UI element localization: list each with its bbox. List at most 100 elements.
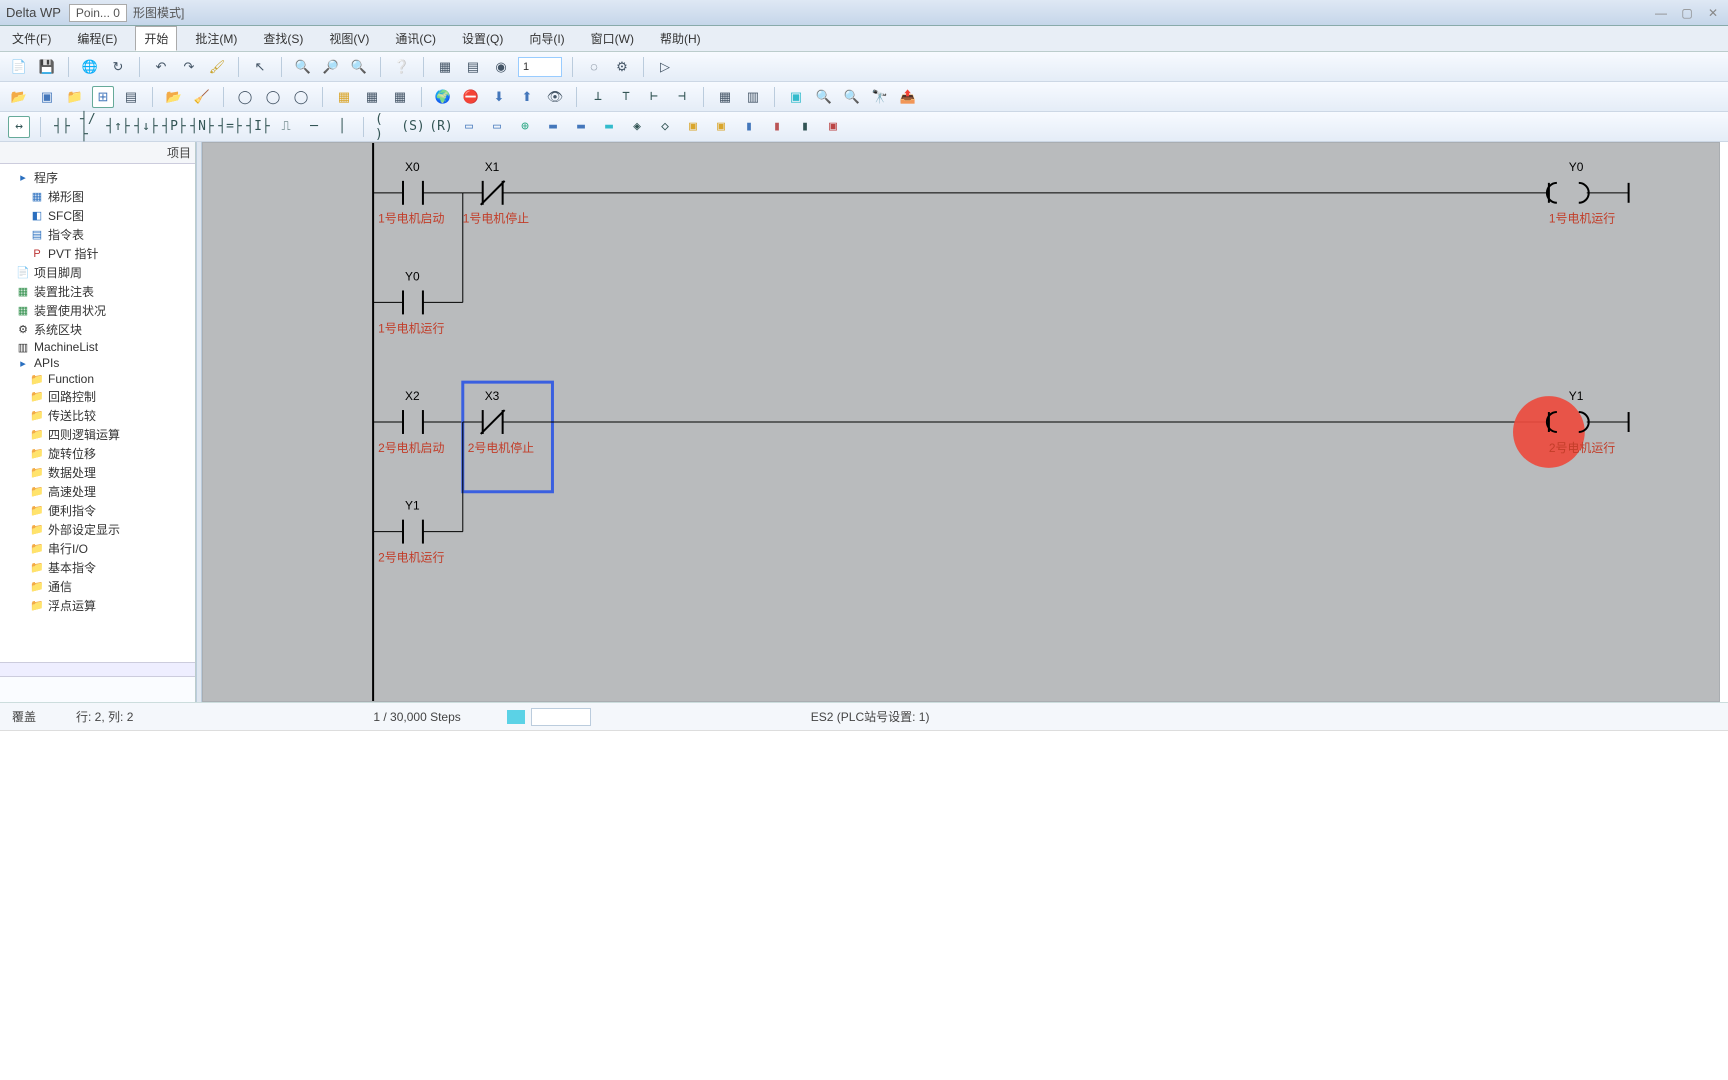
elem-inv-icon[interactable]: ┤I├ <box>247 116 269 138</box>
elem-fb9-icon[interactable]: ▮ <box>766 116 788 138</box>
tree-api-9[interactable]: 📁串行I/O <box>30 539 193 558</box>
close-button[interactable]: ✕ <box>1704 6 1722 20</box>
elem-fb7-icon[interactable]: ▣ <box>710 116 732 138</box>
elem-nc-contact-icon[interactable]: ┤/├ <box>79 116 101 138</box>
elem-set-icon[interactable]: (S) <box>402 116 424 138</box>
tree-api-12[interactable]: 📁浮点运算 <box>30 596 193 615</box>
elem-appl-icon[interactable]: ▭ <box>458 116 480 138</box>
elem-fb10-icon[interactable]: ▮ <box>794 116 816 138</box>
grid-icon[interactable]: ▦ <box>434 56 456 78</box>
elem-appl2-icon[interactable]: ▭ <box>486 116 508 138</box>
tree-tab[interactable]: 项目 <box>0 142 195 164</box>
elem-fb2-icon[interactable]: ▬ <box>570 116 592 138</box>
globe-icon[interactable]: 🌐 <box>79 56 101 78</box>
elem-branch-icon[interactable]: ⎍ <box>275 116 297 138</box>
folder-icon[interactable]: 📁 <box>64 86 86 108</box>
tree-api-6[interactable]: 📁高速处理 <box>30 482 193 501</box>
new-file-icon[interactable]: 📄 <box>8 56 30 78</box>
menu-annotate[interactable]: 批注(M) <box>187 27 245 50</box>
menu-edit[interactable]: 编程(E) <box>69 27 125 50</box>
run-icon[interactable]: ▷ <box>654 56 676 78</box>
elem-fb4-icon[interactable]: ◈ <box>626 116 648 138</box>
tree-api-1[interactable]: 📁回路控制 <box>30 387 193 406</box>
elem-fn-icon[interactable]: ⊕ <box>514 116 536 138</box>
tree-devusage[interactable]: ▦装置使用状况 <box>16 301 193 320</box>
ladder-view-icon[interactable]: ⊞ <box>92 86 114 108</box>
export-icon[interactable]: 📤 <box>897 86 919 108</box>
tree-api-7[interactable]: 📁便利指令 <box>30 501 193 520</box>
b3-icon[interactable]: ▦ <box>389 86 411 108</box>
save-icon[interactable]: 💾 <box>36 56 58 78</box>
b2-icon[interactable]: ▦ <box>361 86 383 108</box>
elem-reset-icon[interactable]: (R) <box>430 116 452 138</box>
elem-fb5-icon[interactable]: ◇ <box>654 116 676 138</box>
c2-icon[interactable]: ◯ <box>262 86 284 108</box>
elem-coil-icon[interactable]: ( ) <box>374 116 396 138</box>
icon-a[interactable]: ▤ <box>462 56 484 78</box>
download-icon[interactable]: ⬇ <box>488 86 510 108</box>
tree-il[interactable]: ▤指令表 <box>30 225 193 244</box>
stop-icon[interactable]: ⛔ <box>460 86 482 108</box>
tree-scrollbar[interactable] <box>0 662 195 676</box>
tree-api-2[interactable]: 📁传送比较 <box>30 406 193 425</box>
gear-icon[interactable]: ⚙ <box>611 56 633 78</box>
c3-icon[interactable]: ◯ <box>290 86 312 108</box>
erase-icon[interactable]: 🧹 <box>191 86 213 108</box>
status-field[interactable] <box>531 708 591 726</box>
tree-api-5[interactable]: 📁数据处理 <box>30 463 193 482</box>
tree-api-8[interactable]: 📁外部设定显示 <box>30 520 193 539</box>
compare-icon[interactable]: 🔍 <box>841 86 863 108</box>
tool-x3-icon[interactable]: ⊢ <box>643 86 665 108</box>
mem-icon[interactable]: ▥ <box>742 86 764 108</box>
menu-find[interactable]: 查找(S) <box>255 27 311 50</box>
elem-fb6-icon[interactable]: ▣ <box>682 116 704 138</box>
menu-file[interactable]: 文件(F) <box>4 27 59 50</box>
list-view-icon[interactable]: ▤ <box>120 86 142 108</box>
tree-sfc[interactable]: ◧SFC图 <box>30 206 193 225</box>
minimize-button[interactable]: — <box>1652 6 1670 20</box>
elem-fb3-icon[interactable]: ▬ <box>598 116 620 138</box>
tree-apis[interactable]: ▸APIs <box>16 355 193 371</box>
elem-p-icon[interactable]: ┤P├ <box>163 116 185 138</box>
table-icon[interactable]: ▦ <box>714 86 736 108</box>
aqua-box-icon[interactable]: ▣ <box>785 86 807 108</box>
icon-b[interactable]: ◉ <box>490 56 512 78</box>
zoom-out-icon[interactable]: 🔎 <box>320 56 342 78</box>
menu-comm[interactable]: 通讯(C) <box>387 27 444 50</box>
tree-api-10[interactable]: 📁基本指令 <box>30 558 193 577</box>
brush-icon[interactable]: 🖌 <box>206 56 228 78</box>
output-panel[interactable] <box>0 730 1728 1080</box>
zoom-fit-icon[interactable]: 🔍 <box>348 56 370 78</box>
menu-wizard[interactable]: 向导(I) <box>521 27 572 50</box>
binoc-icon[interactable]: 🔭 <box>869 86 891 108</box>
tool-x1-icon[interactable]: ⊥ <box>587 86 609 108</box>
tree-pvt[interactable]: PPVT 指针 <box>30 244 193 263</box>
menu-window[interactable]: 窗口(W) <box>583 27 642 50</box>
open-icon[interactable]: 📂 <box>8 86 30 108</box>
elem-fb-icon[interactable]: ▬ <box>542 116 564 138</box>
elem-select-icon[interactable]: ↔ <box>8 116 30 138</box>
elem-rising-icon[interactable]: ┤↑├ <box>107 116 129 138</box>
elem-vert-icon[interactable]: │ <box>331 116 353 138</box>
refresh-icon[interactable]: ↻ <box>107 56 129 78</box>
online-icon[interactable]: 🌍 <box>432 86 454 108</box>
menu-help[interactable]: 帮助(H) <box>652 27 709 50</box>
tree-ladder[interactable]: ▦梯形图 <box>30 187 193 206</box>
menu-start[interactable]: 开始 <box>135 26 177 51</box>
tree-machinelist[interactable]: ▥MachineList <box>16 339 193 355</box>
circle-dot-icon[interactable]: ◌ <box>583 56 605 78</box>
tree-footprint[interactable]: 📄项目脚周 <box>16 263 193 282</box>
blue-doc-icon[interactable]: ▣ <box>36 86 58 108</box>
title-doc-tab[interactable]: Poin... 0 <box>69 4 127 22</box>
folder2-icon[interactable]: 📂 <box>163 86 185 108</box>
elem-falling-icon[interactable]: ┤↓├ <box>135 116 157 138</box>
elem-fb8-icon[interactable]: ▮ <box>738 116 760 138</box>
tree-api-0[interactable]: 📁Function <box>30 371 193 387</box>
tool-x2-icon[interactable]: ⊤ <box>615 86 637 108</box>
cursor-icon[interactable]: ↖ <box>249 56 271 78</box>
upload-icon[interactable]: ⬆ <box>516 86 538 108</box>
maximize-button[interactable]: ▢ <box>1678 6 1696 20</box>
tree-api-4[interactable]: 📁旋转位移 <box>30 444 193 463</box>
tree-api-3[interactable]: 📁四则逻辑运算 <box>30 425 193 444</box>
elem-cmp-icon[interactable]: ┤=├ <box>219 116 241 138</box>
